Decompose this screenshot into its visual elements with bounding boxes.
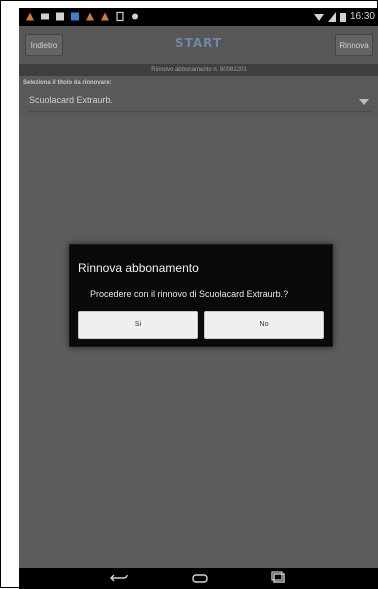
- warning-icon: [86, 12, 94, 21]
- caret-down-icon: [359, 99, 369, 105]
- dialog-buttons: Si No: [78, 311, 324, 339]
- yes-button[interactable]: Si: [78, 311, 198, 339]
- camera-icon: [132, 13, 138, 20]
- selected-ticket: Scuolacard Extraurb.: [29, 95, 114, 105]
- home-icon[interactable]: [190, 571, 210, 585]
- dialog-message: Procedere con il rinnovo di Scuolacard E…: [90, 289, 289, 299]
- message-icon: [41, 13, 49, 20]
- app-bar: Indietro START Rinnova: [19, 26, 378, 64]
- no-button[interactable]: No: [204, 311, 324, 339]
- signal-icon: [327, 11, 336, 22]
- ticket-select[interactable]: Scuolacard Extraurb.: [29, 93, 371, 112]
- status-icons-right: 16:30: [313, 11, 375, 22]
- select-label: Seleziona il titolo da rinnovare:: [23, 80, 112, 86]
- renew-button[interactable]: Rinnova: [335, 34, 373, 56]
- app-icon: [71, 12, 79, 21]
- back-icon[interactable]: [109, 571, 129, 585]
- warning-icon: [26, 12, 34, 21]
- dialog-title: Rinnova abbonamento: [78, 261, 199, 275]
- status-time: 16:30: [349, 11, 375, 22]
- wifi-icon: [313, 13, 324, 21]
- tablet-icon: [116, 11, 124, 22]
- device-screen: 16:30 Indietro START Rinnova Rinnovo abb…: [19, 8, 378, 589]
- confirm-dialog: Rinnova abbonamento Procedere con il rin…: [69, 244, 333, 347]
- recent-apps-icon[interactable]: [269, 571, 289, 585]
- subheader: Rinnovo abbonamento n. 80081201: [19, 64, 378, 76]
- status-bar: 16:30: [19, 8, 378, 26]
- image-icon: [56, 12, 64, 21]
- screenshot-frame: 16:30 Indietro START Rinnova Rinnovo abb…: [0, 0, 378, 589]
- warning-icon: [101, 12, 109, 21]
- start-logo: START: [175, 36, 223, 50]
- renewal-form: Seleziona il titolo da rinnovare: Scuola…: [19, 76, 378, 116]
- battery-icon: [339, 12, 346, 22]
- navigation-bar: [19, 568, 378, 589]
- status-icons-left: [25, 11, 140, 22]
- back-button[interactable]: Indietro: [25, 34, 63, 56]
